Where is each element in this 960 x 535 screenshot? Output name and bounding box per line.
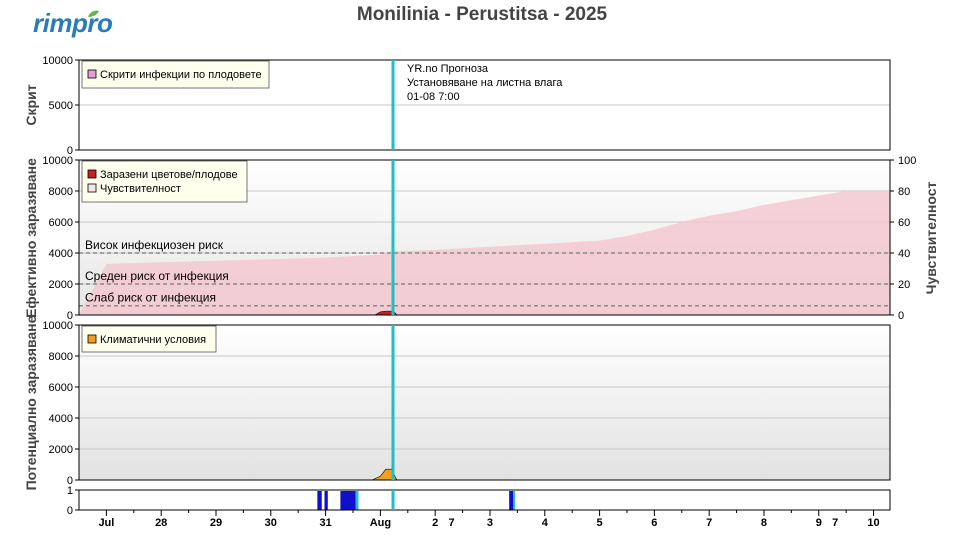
y-tick-label: 8000 <box>49 186 73 198</box>
legend-box-2 <box>81 160 248 203</box>
panel-2-legend: Заразени цветове/плодове Чувствителност <box>81 160 248 203</box>
panel-2-ylabel: Ефективно заразяване <box>23 158 39 318</box>
risk-label: Висок инфекциозен риск <box>85 238 224 252</box>
risk-label: Среден риск от инфекция <box>85 269 229 283</box>
wetness-bar-forecast <box>355 491 359 510</box>
y-tick-label-right: 40 <box>898 248 910 260</box>
panel-leaf-wetness: 01 <box>67 485 891 517</box>
y-tick-label: 8000 <box>49 351 73 363</box>
risk-label: Слаб риск от инфекция <box>85 291 216 305</box>
wetness-bar <box>340 491 356 510</box>
x-tick-label: 5 <box>597 517 603 529</box>
panel-3-ylabel: Потенциално заразяване <box>23 315 39 490</box>
legend-label-climate: Климатични условия <box>100 334 206 346</box>
legend-swatch-infected <box>87 169 97 179</box>
y-tick-label: 10000 <box>42 320 73 332</box>
y-tick-label-right: 80 <box>898 186 910 198</box>
x-tick-label: 4 <box>542 517 549 529</box>
y-tick-label: 2000 <box>49 444 73 456</box>
x-tick-label: 2 <box>432 517 438 529</box>
y-tick-label: 6000 <box>49 217 73 229</box>
y-tick-label: 10000 <box>42 55 73 67</box>
x-tick-label: 7 <box>449 517 455 529</box>
wetness-bar <box>324 491 328 510</box>
legend-swatch-hidden-infections <box>87 69 97 79</box>
x-tick-label: Jul <box>98 517 114 529</box>
legend-swatch-climate <box>87 334 97 344</box>
wetness-bar <box>509 491 513 510</box>
x-tick-label: 7 <box>706 517 712 529</box>
y-tick-label: 4000 <box>49 248 73 260</box>
y-tick-label-right: 60 <box>898 217 910 229</box>
x-tick-label: 6 <box>651 517 657 529</box>
y-tick-label-right: 20 <box>898 279 910 291</box>
x-tick-label: Aug <box>370 517 391 529</box>
x-tick-label: 28 <box>155 517 167 529</box>
x-tick-label: 31 <box>319 517 331 529</box>
x-tick-label: 3 <box>487 517 493 529</box>
chart-title: Monilinia - Perustitsa - 2025 <box>357 4 608 25</box>
y-tick-label: 10000 <box>42 155 73 167</box>
panel-3-legend: Климатични условия <box>81 325 217 353</box>
wetness-bar-forecast <box>512 491 516 510</box>
panel-1-legend: Скрити инфекции по плодовете <box>81 60 270 89</box>
y-tick-label: 1 <box>67 485 73 497</box>
panel-potential-infection: 0200040006000800010000 Потенциално зараз… <box>23 315 891 490</box>
legend-label-sensitivity: Чувствителност <box>100 183 181 195</box>
forecast-note-line-1: YR.no Прогноза <box>407 63 489 75</box>
x-tick-label: 8 <box>761 517 767 529</box>
y-tick-label: 4000 <box>49 413 73 425</box>
forecast-note-line-2: Установяване на листна влага <box>407 77 563 89</box>
x-tick-label: 9 <box>816 517 822 529</box>
y-tick-label: 2000 <box>49 279 73 291</box>
wetness-bar <box>317 491 322 510</box>
x-axis: Jul 28 29 30 31 Aug 2 7 3 4 5 6 7 8 9 7 10 <box>98 510 880 529</box>
y-tick-label-right: 0 <box>898 310 904 322</box>
legend-label-hidden-infections: Скрити инфекции по плодовете <box>100 69 262 81</box>
x-tick-label: 30 <box>265 517 277 529</box>
monilinia-chart: Monilinia - Perustitsa - 2025 0500010000… <box>23 4 939 529</box>
x-tick-label: 7 <box>832 517 838 529</box>
forecast-note-line-3: 01-08 7:00 <box>407 91 460 103</box>
panel-1-ylabel: Скрит <box>23 84 39 125</box>
y-tick-label-right: 100 <box>898 155 916 167</box>
y-tick-label: 6000 <box>49 382 73 394</box>
legend-label-infected: Заразени цветове/плодове <box>100 169 238 181</box>
y-tick-label: 5000 <box>49 100 73 112</box>
legend-swatch-sensitivity <box>87 183 97 193</box>
x-tick-label: 10 <box>867 517 879 529</box>
panel-hidden-infections: 0500010000 Скрит Скрити инфекции по плод… <box>23 55 891 157</box>
panel-2-ylabel-right: Чувствителност <box>923 181 939 294</box>
x-tick-label: 29 <box>210 517 222 529</box>
panel-effective-infection: Висок инфекциозен риск Среден риск от инф… <box>23 155 939 322</box>
y-tick-label: 0 <box>67 505 73 517</box>
panel-4-background <box>79 490 890 510</box>
